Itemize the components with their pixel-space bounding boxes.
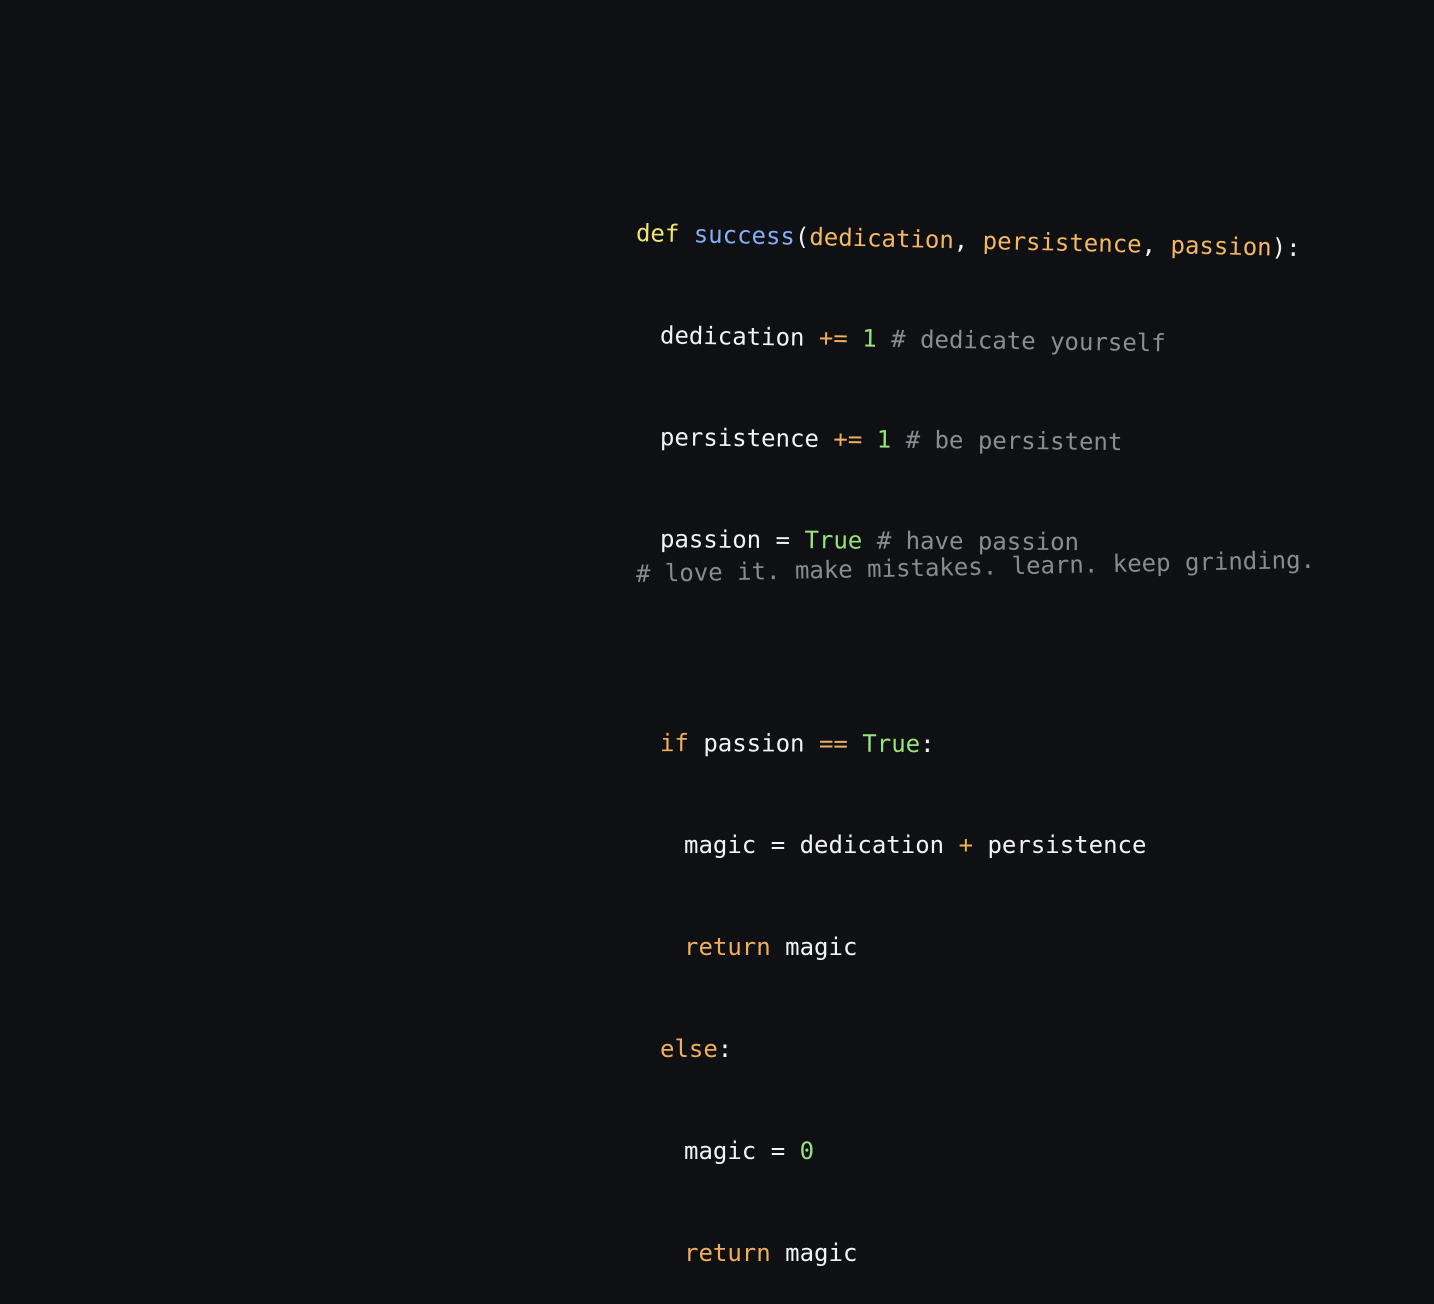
else-keyword: else: [660, 1035, 718, 1063]
code-line-return: return magic: [636, 1236, 1301, 1270]
boolean: True: [804, 526, 863, 555]
comma: ,: [953, 226, 984, 255]
param-persistence: persistence: [982, 226, 1142, 259]
return-keyword: return: [684, 933, 771, 961]
wallpaper: { "colors": { "background": "#0f1014", "…: [0, 0, 1434, 1267]
param-dedication: dedication: [809, 222, 955, 255]
code-block: def success(dedication, persistence, pas…: [636, 148, 1301, 1304]
assign: =: [770, 1137, 786, 1165]
code-line-else: else:: [636, 1032, 1301, 1066]
var: magic: [684, 1137, 757, 1165]
operator: +=: [833, 425, 863, 454]
code-line-persistence: persistence += 1 # be persistent: [636, 420, 1301, 461]
param-passion: passion: [1170, 231, 1272, 262]
return-keyword: return: [684, 1239, 771, 1267]
var: passion: [703, 729, 805, 758]
number: 1: [862, 324, 877, 353]
assign: =: [770, 831, 786, 859]
number: 0: [799, 1137, 815, 1165]
var: persistence: [659, 423, 820, 453]
operator: +: [958, 831, 974, 859]
code-line-magic-sum: magic = dedication + persistence: [636, 828, 1301, 862]
code-line-magic-zero: magic = 0: [636, 1134, 1301, 1168]
var: magic: [684, 831, 757, 859]
code-line-if: if passion == True:: [636, 726, 1301, 762]
comment: # dedicate yourself: [890, 325, 1166, 358]
colon: :: [920, 729, 935, 759]
def-keyword: def: [635, 219, 680, 248]
comma: ,: [1141, 230, 1171, 260]
var-b: persistence: [987, 831, 1147, 859]
var: magic: [785, 933, 858, 961]
code-line-dedication: dedication += 1 # dedicate yourself: [636, 318, 1301, 362]
code-line-def: def success(dedication, persistence, pas…: [636, 216, 1301, 265]
var: magic: [785, 1239, 858, 1267]
function-name: success: [693, 220, 796, 251]
boolean: True: [862, 729, 921, 758]
operator: =: [775, 525, 791, 555]
colon: :: [717, 1035, 733, 1063]
var: passion: [659, 525, 762, 554]
number: 1: [876, 425, 892, 454]
if-keyword: if: [659, 729, 689, 758]
operator: +=: [818, 323, 849, 353]
code-line-return: return magic: [636, 930, 1301, 964]
operator: ==: [818, 729, 848, 758]
var-a: dedication: [799, 831, 945, 859]
close-paren: ):: [1271, 233, 1301, 263]
open-paren: (: [794, 222, 810, 251]
var: dedication: [659, 321, 805, 352]
comment: # be persistent: [905, 425, 1123, 457]
